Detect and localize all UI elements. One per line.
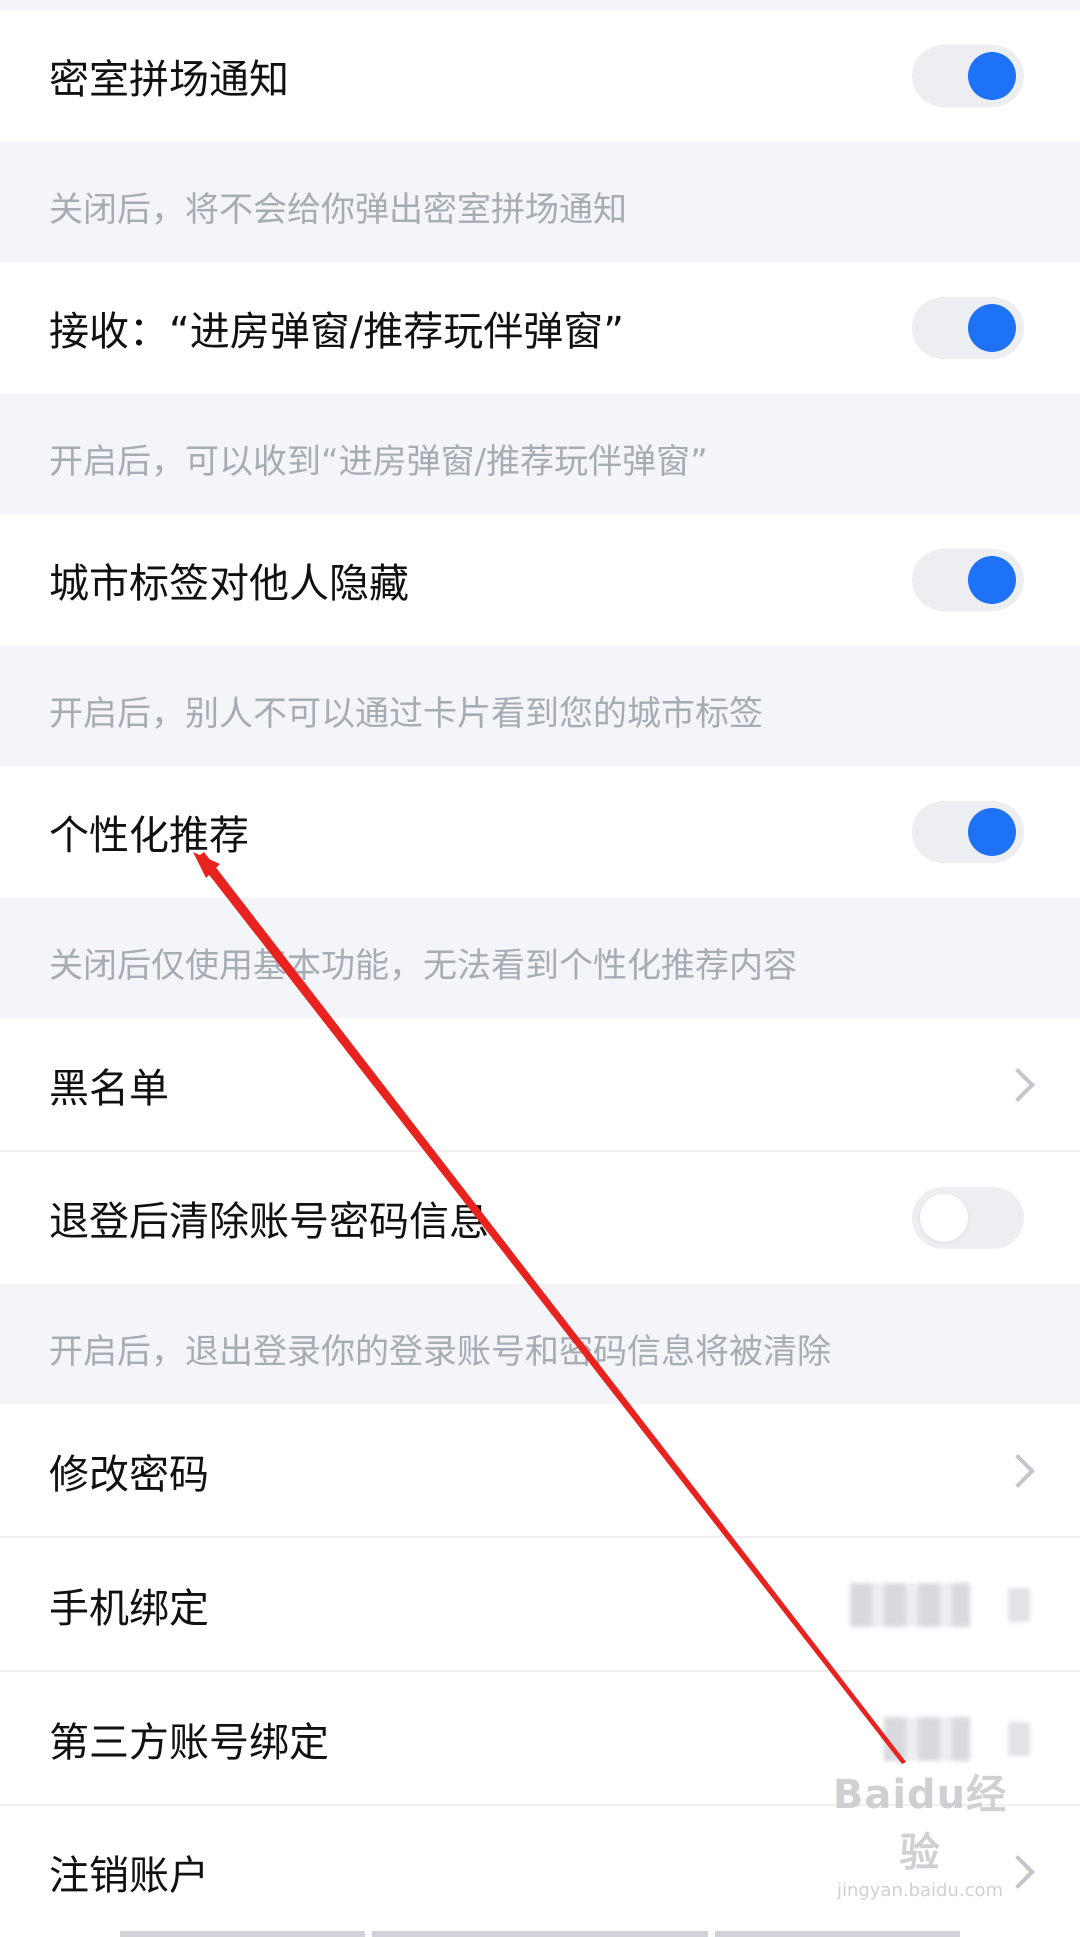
chevron-right-icon [1008,1722,1030,1756]
hint-text: 开启后，可以收到“进房弹窗/推荐玩伴弹窗” [49,442,708,482]
personalized-toggle[interactable] [912,801,1024,863]
toggle-knob [968,808,1016,856]
setting-title: 城市标签对他人隐藏 [49,561,409,607]
setting-title: 个性化推荐 [49,813,249,859]
setting-row-city-tag: 城市标签对他人隐藏 [0,514,1080,646]
setting-row-clear-on-logout: 退登后清除账号密码信息 [0,1152,1080,1284]
setting-row-escape-notice: 密室拼场通知 [0,10,1080,142]
setting-hint-personalized: 关闭后仅使用基本功能，无法看到个性化推荐内容 [0,898,1080,1018]
setting-title: 修改密码 [49,1452,209,1498]
bottom-bar [120,1931,365,1937]
chevron-right-icon [1001,1454,1035,1488]
setting-row-receive-popup: 接收：“进房弹窗/推荐玩伴弹窗” [0,262,1080,394]
setting-hint-receive-popup: 开启后，可以收到“进房弹窗/推荐玩伴弹窗” [0,394,1080,514]
city-tag-toggle[interactable] [912,549,1024,611]
receive-popup-toggle[interactable] [912,297,1024,359]
setting-title: 手机绑定 [49,1586,209,1632]
toggle-knob [968,556,1016,604]
setting-title: 注销账户 [49,1852,209,1899]
bottom-bar [715,1931,960,1937]
hint-text: 关闭后仅使用基本功能，无法看到个性化推荐内容 [49,946,797,986]
setting-hint-clear-on-logout: 开启后，退出登录你的登录账号和密码信息将被清除 [0,1284,1080,1404]
toggle-knob [920,1194,968,1242]
setting-title: 第三方账号绑定 [49,1720,329,1766]
phone-value-blurred [850,1583,970,1627]
toggle-knob [968,304,1016,352]
hint-text: 开启后，别人不可以通过卡片看到您的城市标签 [49,694,763,734]
setting-row-change-password[interactable]: 修改密码 [0,1404,1080,1538]
setting-title: 接收：“进房弹窗/推荐玩伴弹窗” [49,309,624,355]
hint-text: 关闭后，将不会给你弹出密室拼场通知 [49,190,627,230]
setting-hint-escape-notice: 关闭后，将不会给你弹出密室拼场通知 [0,142,1080,262]
setting-title: 密室拼场通知 [49,57,289,103]
bottom-bar [372,1931,708,1937]
escape-notice-toggle[interactable] [912,45,1024,107]
third-party-value-blurred [884,1717,970,1761]
bottom-bars [0,1929,1080,1937]
chevron-right-icon [1001,1068,1035,1102]
setting-row-blacklist[interactable]: 黑名单 [0,1018,1080,1152]
clear-on-logout-toggle[interactable] [912,1187,1024,1249]
setting-row-phone-binding[interactable]: 手机绑定 [0,1538,1080,1672]
setting-title: 退登后清除账号密码信息 [49,1199,489,1245]
setting-row-personalized: 个性化推荐 [0,766,1080,898]
watermark-site: jingyan.baidu.com [836,1880,1004,1901]
chevron-right-icon [1008,1588,1030,1622]
watermark-brand: Baidu经验 [832,1772,1008,1876]
setting-title: 黑名单 [49,1066,169,1112]
setting-hint-city-tag: 开启后，别人不可以通过卡片看到您的城市标签 [0,646,1080,766]
hint-text: 开启后，退出登录你的登录账号和密码信息将被清除 [49,1332,831,1372]
toggle-knob [968,52,1016,100]
watermark-logo: Baidu经验 jingyan.baidu.com [820,1762,1020,1901]
